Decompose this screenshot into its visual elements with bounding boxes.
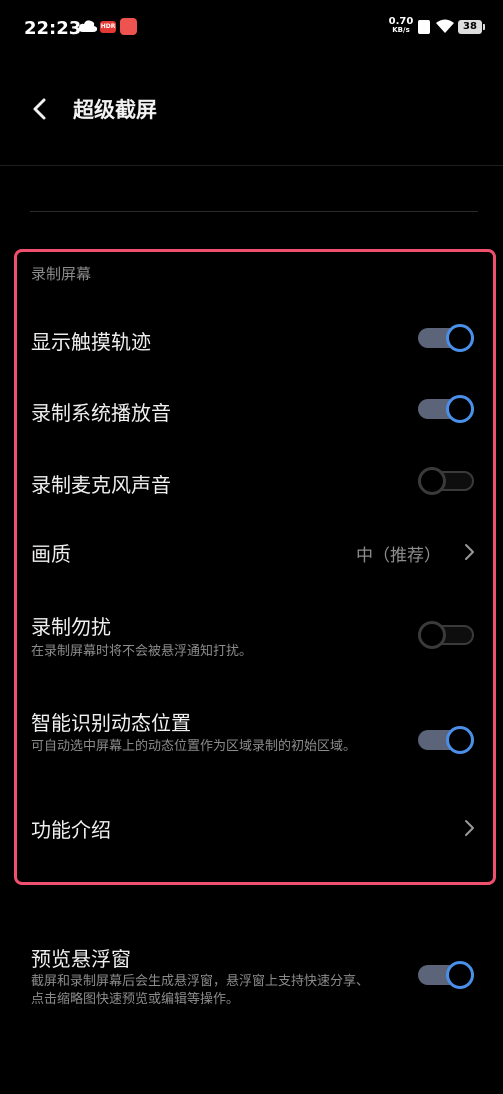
setting-preview-floating-window[interactable]: 预览悬浮窗 截屏和录制屏幕后会生成悬浮窗，悬浮窗上支持快速分享、点击缩略图快速预… <box>0 938 503 1018</box>
setting-title: 功能介绍 <box>31 818 111 842</box>
setting-feature-intro[interactable]: 功能介绍 <box>0 806 503 850</box>
wifi-icon <box>436 19 454 33</box>
smart-detect-dynamic-toggle[interactable] <box>418 726 476 754</box>
toggle-knob <box>418 467 446 495</box>
status-time: 22:23 <box>24 18 82 39</box>
record-microphone-toggle[interactable] <box>418 467 476 495</box>
back-button[interactable] <box>26 94 56 124</box>
battery-icon: 38 <box>458 20 485 34</box>
section-label: 录制屏幕 <box>31 265 92 283</box>
setting-record-microphone[interactable]: 录制麦克风声音 <box>0 461 503 505</box>
toggle-knob <box>446 395 474 423</box>
setting-smart-detect-dynamic[interactable]: 智能识别动态位置 可自动选中屏幕上的动态位置作为区域录制的初始区域。 <box>0 702 503 782</box>
setting-quality[interactable]: 画质 中（推荐） <box>0 530 503 574</box>
net-speed: 0.70 KB/s <box>387 17 415 35</box>
chevron-right-icon <box>465 544 474 560</box>
setting-do-not-disturb[interactable]: 录制勿扰 在录制屏幕时将不会被悬浮通知打扰。 <box>0 606 503 666</box>
net-speed-value: 0.70 <box>388 16 414 27</box>
setting-title: 录制麦克风声音 <box>31 473 171 497</box>
status-bar: 22:23 HDR 0.70 KB/s 38 <box>0 0 503 58</box>
setting-subtitle: 截屏和录制屏幕后会生成悬浮窗，悬浮窗上支持快速分享、点击缩略图快速预览或编辑等操… <box>31 974 370 1007</box>
toggle-knob <box>446 961 474 989</box>
setting-title: 智能识别动态位置 <box>31 711 191 735</box>
setting-title: 显示触摸轨迹 <box>31 330 151 354</box>
toggle-knob <box>446 324 474 352</box>
setting-title: 录制勿扰 <box>31 615 111 639</box>
setting-record-system-audio[interactable]: 录制系统播放音 <box>0 389 503 433</box>
app-notification-icon <box>120 18 137 35</box>
preview-floating-window-toggle[interactable] <box>418 961 476 989</box>
toggle-knob <box>446 726 474 754</box>
quality-value: 中（推荐） <box>356 546 441 566</box>
hdr-icon: HDR <box>100 21 116 33</box>
cloud-icon <box>78 20 98 32</box>
header-divider <box>0 165 503 166</box>
chevron-left-icon <box>33 98 46 120</box>
setting-show-touch-trace[interactable]: 显示触摸轨迹 <box>0 318 503 362</box>
section-divider <box>30 211 478 212</box>
app-header: 超级截屏 <box>0 80 503 140</box>
setting-subtitle: 可自动选中屏幕上的动态位置作为区域录制的初始区域。 <box>31 739 357 754</box>
setting-title: 录制系统播放音 <box>31 401 171 425</box>
toggle-knob <box>418 621 446 649</box>
record-system-audio-toggle[interactable] <box>418 395 476 423</box>
setting-subtitle: 在录制屏幕时将不会被悬浮通知打扰。 <box>31 644 253 659</box>
no-sim-icon <box>418 20 430 34</box>
page-title: 超级截屏 <box>73 98 157 122</box>
do-not-disturb-toggle[interactable] <box>418 621 476 649</box>
net-speed-unit: KB/s <box>392 26 410 34</box>
show-touch-trace-toggle[interactable] <box>418 324 476 352</box>
setting-title: 预览悬浮窗 <box>31 947 131 971</box>
chevron-right-icon <box>465 820 474 836</box>
setting-title: 画质 <box>31 542 71 566</box>
